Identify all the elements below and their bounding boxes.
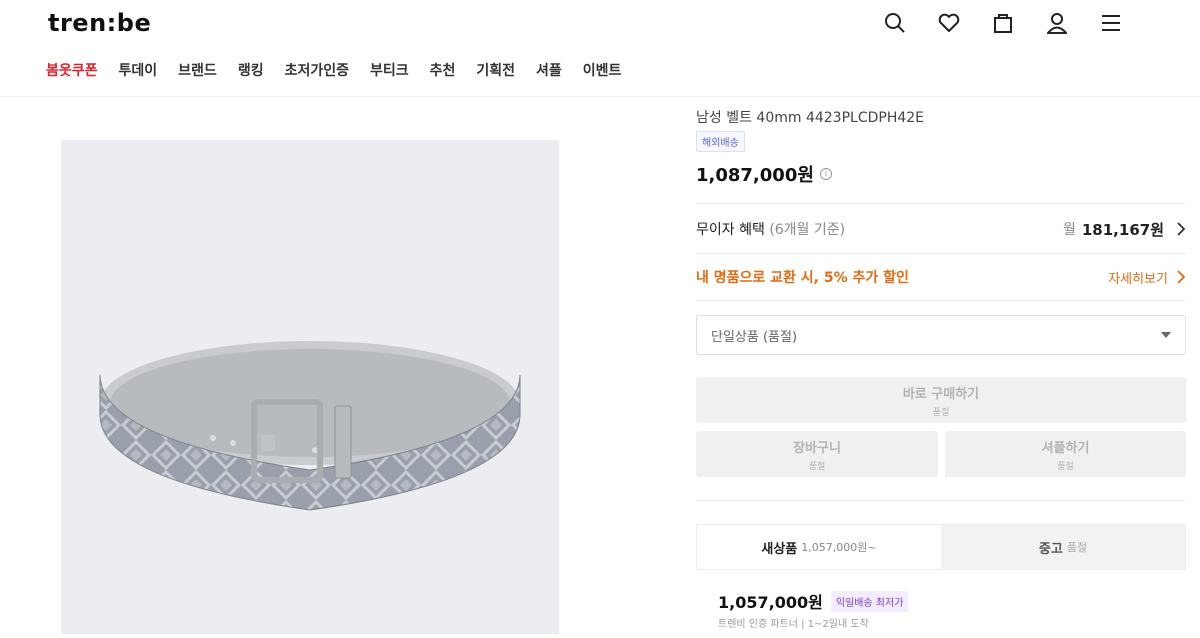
nav-item[interactable]: 랭킹 (238, 60, 264, 80)
trade-in-link[interactable]: 자세히보기 (1108, 268, 1186, 287)
nav-item[interactable]: 셔플 (536, 60, 562, 80)
main-nav: 봄옷쿠폰 투데이 브랜드 랭킹 초저가인증 부티크 추천 기획전 셔플 이벤트 (46, 60, 621, 80)
dropdown-arrow-icon (1161, 332, 1171, 338)
nav-item[interactable]: 브랜드 (178, 60, 217, 80)
tab-used[interactable]: 중고 품절 (941, 525, 1185, 569)
nav-item[interactable]: 투데이 (119, 60, 158, 80)
buy-now-button[interactable]: 바로 구매하기 품절 (696, 377, 1186, 423)
trade-in-row[interactable]: 내 명품으로 교환 시, 5% 추가 할인 자세히보기 (696, 266, 1186, 288)
info-icon[interactable]: i (819, 168, 832, 180)
menu-icon[interactable] (1098, 10, 1124, 36)
shopping-bag-icon[interactable] (990, 10, 1016, 36)
nav-item[interactable]: 추천 (430, 60, 456, 80)
divider (696, 203, 1186, 204)
next-day-badge: 익일배송 최저가 (830, 590, 909, 612)
condition-tabs: 새상품 1,057,000원~ 중고 품절 (696, 524, 1186, 570)
divider (696, 253, 1186, 254)
option-select[interactable]: 단일상품 (품절) (696, 315, 1186, 355)
overseas-shipping-badge: 해외배송 (696, 131, 745, 152)
tab-new[interactable]: 새상품 1,057,000원~ (697, 525, 941, 569)
trenbe-logo[interactable]: tren:be (48, 9, 151, 37)
heart-icon[interactable] (936, 10, 962, 36)
listing-price[interactable]: 1,057,000원 익일배송 최저가 (718, 589, 909, 613)
search-icon[interactable] (882, 10, 908, 36)
header-icons (882, 10, 1124, 36)
seller-info: 트렌비 인증 파트너 | 1~2일내 도착 (718, 619, 869, 630)
nav-item[interactable]: 기획전 (476, 60, 515, 80)
price-value: 1,087,000원 (696, 165, 814, 186)
chevron-right-icon (1177, 222, 1186, 236)
nav-item[interactable]: 부티크 (370, 60, 409, 80)
nav-item[interactable]: 이벤트 (583, 60, 622, 80)
cart-button[interactable]: 장바구니 품절 (696, 431, 938, 477)
product-price: 1,087,000원 i (696, 161, 832, 187)
product-gallery (0, 97, 670, 634)
installment-label: 무이자 혜택 (6개월 기준) (696, 222, 846, 238)
nav-item[interactable]: 봄옷쿠폰 (46, 60, 98, 80)
site-header: tren:be 봄옷쿠폰 투데이 브랜드 랭킹 초저가인증 부티크 추천 기획전… (0, 0, 1200, 97)
nav-item[interactable]: 초저가인증 (285, 60, 349, 80)
chevron-right-icon (1177, 270, 1186, 284)
divider (696, 500, 1186, 501)
user-icon[interactable] (1044, 10, 1070, 36)
installment-row[interactable]: 무이자 혜택 (6개월 기준) 월 181,167원 (696, 218, 1186, 240)
trade-in-text: 내 명품으로 교환 시, 5% 추가 할인 (696, 270, 909, 286)
product-name: 남성 벨트 40mm 4423PLCDPH42E (696, 110, 925, 126)
divider (696, 300, 1186, 301)
installment-amount: 월 181,167원 (1063, 219, 1186, 240)
shuffle-button[interactable]: 셔플하기 품절 (945, 431, 1186, 477)
product-image[interactable] (61, 140, 559, 634)
